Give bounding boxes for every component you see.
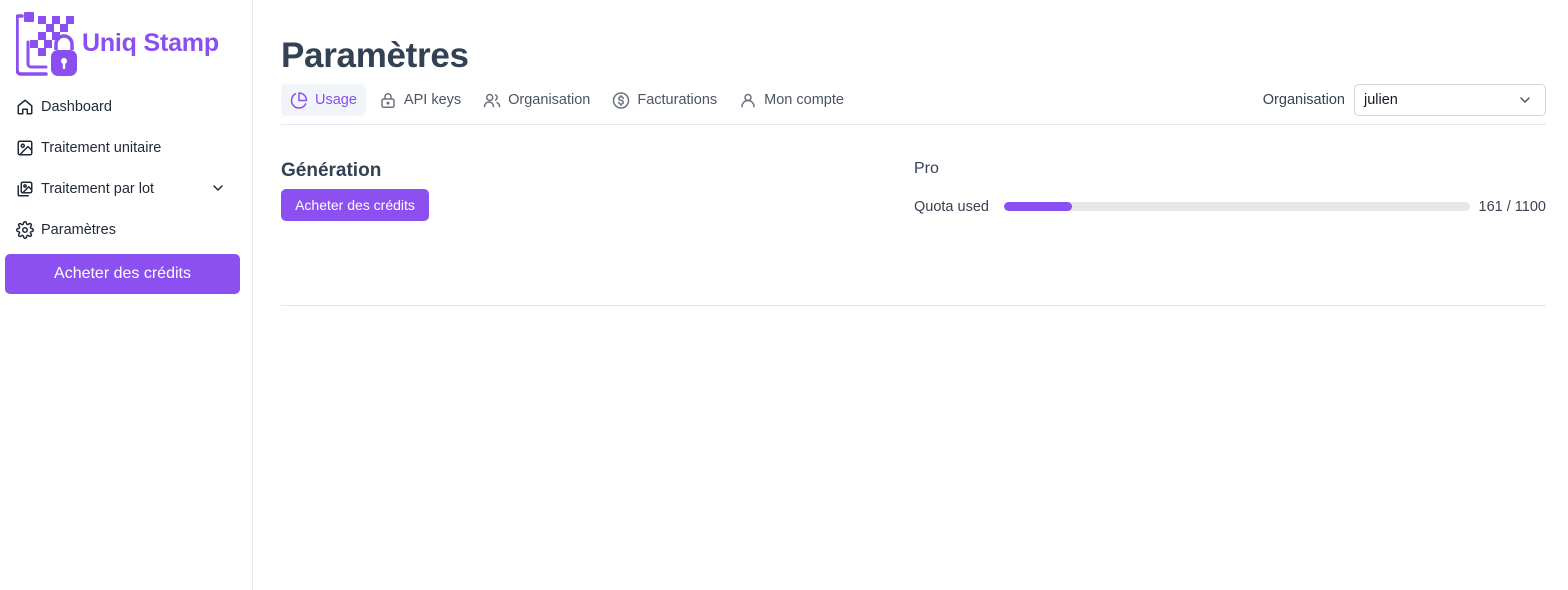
organisation-label: Organisation bbox=[1262, 92, 1345, 108]
sidebar-item-label: Dashboard bbox=[41, 98, 112, 115]
buy-credits-button[interactable]: Acheter des crédits bbox=[281, 189, 429, 221]
quota-value: 161 / 1100 bbox=[1478, 199, 1546, 215]
users-icon bbox=[483, 91, 501, 109]
tab-facturations[interactable]: Facturations bbox=[603, 84, 726, 116]
home-icon bbox=[16, 98, 34, 116]
settings-tabs: Usage API keys Organisation Facturations… bbox=[281, 84, 857, 116]
sidebar-item-traitement-par-lot[interactable]: Traitement par lot bbox=[0, 168, 252, 209]
images-icon bbox=[16, 180, 34, 198]
sidebar-item-label: Paramètres bbox=[41, 221, 116, 238]
quota-progress-bar bbox=[1004, 202, 1470, 211]
image-icon bbox=[16, 139, 34, 157]
plan-name: Pro bbox=[914, 160, 939, 177]
organisation-picker: Organisation julien bbox=[1263, 84, 1546, 116]
sidebar-nav: Dashboard Traitement unitaire Traitement… bbox=[0, 86, 252, 250]
tab-label: Facturations bbox=[637, 92, 718, 108]
page-title: Paramètres bbox=[281, 36, 469, 75]
brand-name: Uniq Stamp bbox=[82, 28, 219, 57]
organisation-select[interactable]: julien bbox=[1354, 84, 1546, 116]
dollar-circle-icon bbox=[612, 91, 630, 109]
section-divider bbox=[281, 305, 1546, 306]
tab-api-keys[interactable]: API keys bbox=[370, 84, 470, 116]
stamp-logo-icon bbox=[16, 12, 77, 76]
sidebar-item-label: Traitement unitaire bbox=[41, 139, 162, 156]
sidebar-item-parametres[interactable]: Paramètres bbox=[0, 209, 252, 250]
tab-label: API keys bbox=[403, 92, 462, 108]
organisation-selected-value: julien bbox=[1364, 92, 1398, 108]
chevron-down-icon[interactable] bbox=[210, 180, 226, 201]
tab-organisation[interactable]: Organisation bbox=[474, 84, 599, 116]
chevron-down-icon bbox=[1517, 92, 1533, 112]
generation-title: Génération bbox=[281, 160, 382, 181]
main-content: Paramètres Usage API keys Organisation F… bbox=[281, 0, 1546, 590]
tab-label: Mon compte bbox=[764, 92, 844, 108]
quota-progress-fill bbox=[1004, 202, 1073, 211]
gear-icon bbox=[16, 220, 34, 239]
sidebar-buy-credits-button[interactable]: Acheter des crédits bbox=[5, 254, 240, 294]
tab-label: Organisation bbox=[508, 92, 591, 108]
tabs-divider bbox=[281, 124, 1546, 125]
lock-icon bbox=[379, 91, 397, 109]
sidebar-item-dashboard[interactable]: Dashboard bbox=[0, 86, 252, 127]
user-icon bbox=[739, 91, 757, 109]
pie-chart-icon bbox=[290, 91, 308, 109]
tab-usage[interactable]: Usage bbox=[281, 84, 366, 116]
quota-label: Quota used bbox=[914, 199, 989, 215]
brand-logo[interactable]: Uniq Stamp bbox=[16, 12, 219, 78]
tab-label: Usage bbox=[315, 92, 357, 108]
tab-mon-compte[interactable]: Mon compte bbox=[730, 84, 853, 116]
sidebar-item-traitement-unitaire[interactable]: Traitement unitaire bbox=[0, 127, 252, 168]
sidebar: Uniq Stamp Dashboard Traitement unitaire… bbox=[0, 0, 253, 590]
sidebar-item-label: Traitement par lot bbox=[41, 180, 155, 197]
